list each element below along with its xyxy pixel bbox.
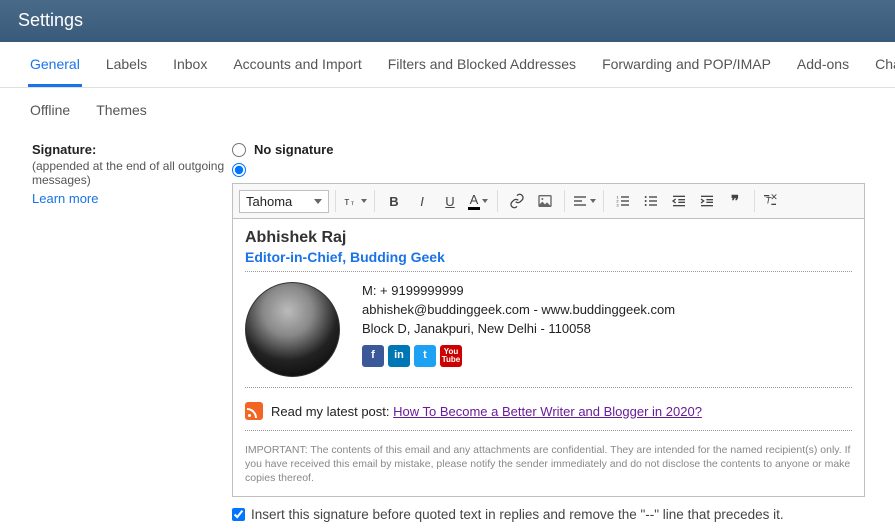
address-line: Block D, Janakpuri, New Delhi - 110058: [362, 320, 675, 339]
divider: [245, 271, 852, 272]
insert-before-quoted-checkbox[interactable]: [232, 508, 245, 521]
main-panel: General Labels Inbox Accounts and Import…: [0, 42, 895, 529]
signature-job-title: Editor-in-Chief, Budding Geek: [245, 249, 852, 265]
contact-info: M: + 9199999999 abhishek@buddinggeek.com…: [362, 282, 675, 367]
settings-header: Settings: [0, 0, 895, 42]
no-signature-radio[interactable]: [232, 143, 246, 157]
twitter-icon[interactable]: t: [414, 345, 436, 367]
phone-line: M: + 9199999999: [362, 282, 675, 301]
tabs-secondary: Offline Themes: [0, 88, 895, 132]
tab-themes[interactable]: Themes: [94, 100, 149, 120]
editor-toolbar: Tahoma тт B I U A 123: [233, 184, 864, 219]
font-size-button[interactable]: тт: [342, 188, 368, 214]
numbered-list-button[interactable]: 123: [610, 188, 636, 214]
bold-button[interactable]: B: [381, 188, 407, 214]
latest-post-label: Read my latest post:: [271, 404, 393, 419]
indent-more-button[interactable]: [694, 188, 720, 214]
tab-addons[interactable]: Add-ons: [795, 42, 851, 87]
tab-forwarding[interactable]: Forwarding and POP/IMAP: [600, 42, 773, 87]
social-icons: f in t You Tube: [362, 345, 675, 367]
text-color-button[interactable]: A: [465, 188, 491, 214]
clear-format-button[interactable]: T✕: [761, 188, 787, 214]
underline-button[interactable]: U: [437, 188, 463, 214]
tab-filters[interactable]: Filters and Blocked Addresses: [386, 42, 578, 87]
insert-before-quoted-label: Insert this signature before quoted text…: [251, 507, 784, 522]
learn-more-link[interactable]: Learn more: [32, 191, 232, 206]
tab-offline[interactable]: Offline: [28, 100, 72, 120]
latest-post-row: Read my latest post: How To Become a Bet…: [245, 402, 852, 420]
font-family-value: Tahoma: [246, 194, 292, 209]
email-web-line: abhishek@buddinggeek.com - www.buddingge…: [362, 301, 675, 320]
toolbar-separator: [564, 190, 565, 212]
link-button[interactable]: [504, 188, 530, 214]
no-signature-row: No signature: [232, 142, 877, 157]
toolbar-separator: [335, 190, 336, 212]
no-signature-label: No signature: [254, 142, 333, 157]
settings-title: Settings: [18, 10, 83, 30]
signature-editor: Tahoma тт B I U A 123: [232, 183, 865, 497]
signature-section: Signature: (appended at the end of all o…: [0, 132, 895, 522]
section-right: No signature Tahoma тт B I U A: [232, 142, 877, 522]
svg-text:т: т: [344, 196, 349, 208]
insert-before-quoted-row: Insert this signature before quoted text…: [232, 507, 877, 522]
divider: [245, 430, 852, 431]
custom-signature-radio[interactable]: [232, 163, 246, 177]
custom-signature-row: [232, 163, 877, 177]
svg-text:т: т: [351, 200, 354, 207]
align-button[interactable]: [571, 188, 597, 214]
tab-inbox[interactable]: Inbox: [171, 42, 209, 87]
quote-button[interactable]: ❞: [722, 188, 748, 214]
bullet-list-button[interactable]: [638, 188, 664, 214]
rss-icon: [245, 402, 263, 420]
tabs-primary: General Labels Inbox Accounts and Import…: [0, 42, 895, 88]
avatar-image: [245, 282, 340, 377]
linkedin-icon[interactable]: in: [388, 345, 410, 367]
chevron-down-icon: [314, 199, 322, 204]
tab-chat[interactable]: Chat: [873, 42, 895, 87]
toolbar-separator: [374, 190, 375, 212]
section-desc: (appended at the end of all outgoing mes…: [32, 159, 232, 187]
latest-post-link[interactable]: How To Become a Better Writer and Blogge…: [393, 404, 702, 419]
toolbar-separator: [497, 190, 498, 212]
svg-text:3: 3: [616, 202, 619, 207]
italic-button[interactable]: I: [409, 188, 435, 214]
toolbar-separator: [754, 190, 755, 212]
section-left-labels: Signature: (appended at the end of all o…: [32, 142, 232, 522]
section-title: Signature:: [32, 142, 232, 157]
divider: [245, 387, 852, 388]
signature-content[interactable]: Abhishek Raj Editor-in-Chief, Budding Ge…: [233, 219, 864, 496]
tab-general[interactable]: General: [28, 42, 82, 87]
font-family-select[interactable]: Tahoma: [239, 190, 329, 213]
youtube-icon[interactable]: You Tube: [440, 345, 462, 367]
disclaimer-text: IMPORTANT: The contents of this email an…: [245, 443, 852, 486]
signature-name: Abhishek Raj: [245, 229, 852, 247]
signature-info-row: M: + 9199999999 abhishek@buddinggeek.com…: [245, 282, 852, 377]
indent-less-button[interactable]: [666, 188, 692, 214]
image-button[interactable]: [532, 188, 558, 214]
toolbar-separator: [603, 190, 604, 212]
tab-labels[interactable]: Labels: [104, 42, 149, 87]
tab-accounts-import[interactable]: Accounts and Import: [231, 42, 363, 87]
facebook-icon[interactable]: f: [362, 345, 384, 367]
